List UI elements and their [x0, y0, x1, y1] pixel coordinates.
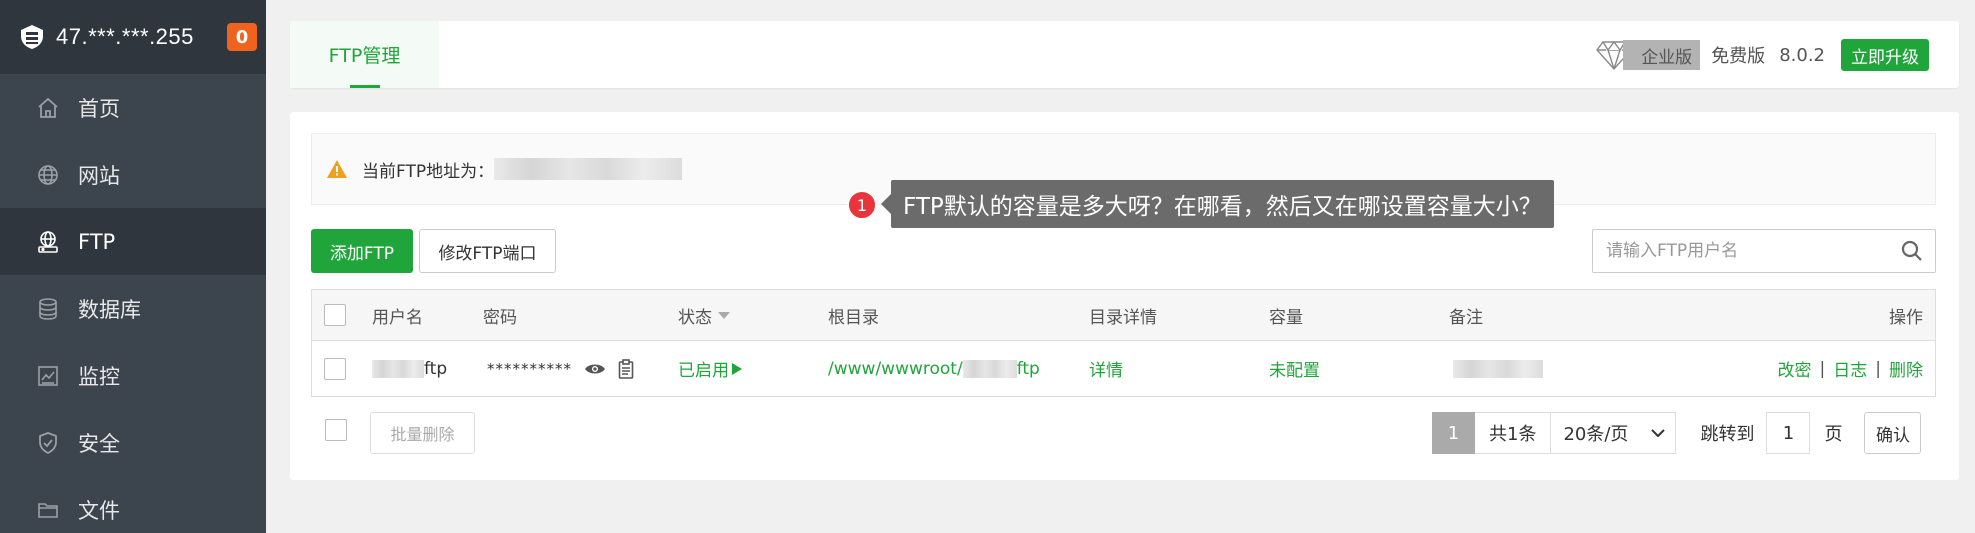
table-row: ftp ********** 已启用 /www/wwwroot/ ftp 详情 … — [312, 341, 1935, 396]
notification-badge[interactable]: 0 — [227, 23, 257, 51]
select-all-checkbox[interactable] — [324, 304, 346, 326]
top-bar: FTP管理 企业版 免费版 8.0.2 立即升级 — [290, 21, 1959, 88]
username-redacted — [372, 359, 424, 378]
table-header: 用户名 密码 状态 根目录 目录详情 容量 备注 操作 — [312, 290, 1935, 341]
row-capacity[interactable]: 未配置 — [1269, 341, 1320, 396]
header-root-dir: 根目录 — [828, 307, 879, 328]
annotation-marker: 1 — [847, 190, 877, 220]
sidebar: 47.***.***.255 0 首页 网站 FTP 数据库 监控 安全 文件 — [0, 0, 266, 533]
home-icon — [38, 97, 58, 118]
pagination: 1 共1条 20条/页 跳转到 1 页 确认 — [1432, 412, 1922, 454]
sidebar-item-label: 网站 — [78, 163, 120, 188]
header-capacity: 容量 — [1269, 307, 1303, 328]
sidebar-item-label: 安全 — [78, 431, 120, 456]
chevron-down-icon — [1651, 429, 1666, 437]
sidebar-item-label: 首页 — [78, 96, 120, 121]
header-username: 用户名 — [372, 307, 423, 328]
row-checkbox[interactable] — [324, 357, 346, 380]
version-info: 企业版 免费版 8.0.2 立即升级 — [1595, 39, 1929, 71]
root-dir-redacted — [962, 359, 1017, 378]
upgrade-button[interactable]: 立即升级 — [1841, 39, 1929, 71]
copy-icon[interactable] — [618, 358, 634, 379]
sidebar-item-label: 文件 — [78, 498, 120, 523]
jump-confirm-button[interactable]: 确认 — [1864, 412, 1922, 454]
sidebar-item-security[interactable]: 安全 — [0, 409, 266, 476]
free-edition-label: 免费版 — [1711, 46, 1766, 67]
modify-ftp-port-button[interactable]: 修改FTP端口 — [419, 229, 556, 273]
annotation-bubble: FTP默认的容量是多大呀？在哪看，然后又在哪设置容量大小？ — [881, 180, 1554, 228]
sidebar-item-ftp[interactable]: FTP — [0, 208, 266, 275]
header-note: 备注 — [1449, 307, 1483, 328]
row-dir-detail-link[interactable]: 详情 — [1089, 341, 1123, 396]
sidebar-item-label: 数据库 — [78, 297, 141, 322]
header-password: 密码 — [483, 307, 517, 328]
sidebar-item-database[interactable]: 数据库 — [0, 275, 266, 342]
database-icon — [39, 297, 57, 320]
row-username: ftp — [372, 341, 447, 396]
row-password: ********** — [487, 341, 634, 396]
sort-icon — [718, 311, 730, 319]
sidebar-item-website[interactable]: 网站 — [0, 141, 266, 208]
server-header[interactable]: 47.***.***.255 0 — [0, 0, 266, 74]
current-page[interactable]: 1 — [1432, 412, 1475, 454]
row-operations: 改密 | 日志 | 删除 — [1778, 341, 1923, 396]
ftp-search-input[interactable] — [1593, 241, 1883, 261]
add-ftp-button[interactable]: 添加FTP — [311, 229, 413, 273]
ftp-search-box — [1592, 229, 1936, 273]
folder-icon — [38, 502, 58, 518]
ftp-address-label: 当前FTP地址为： — [362, 161, 495, 182]
delete-link[interactable]: 删除 — [1889, 356, 1923, 381]
sidebar-item-monitor[interactable]: 监控 — [0, 342, 266, 409]
jump-label: 跳转到 — [1700, 424, 1755, 445]
change-password-link[interactable]: 改密 — [1778, 356, 1812, 381]
row-status[interactable]: 已启用 — [678, 341, 743, 396]
sidebar-item-label: FTP — [78, 229, 116, 254]
play-icon — [732, 362, 742, 375]
enterprise-edition-label[interactable]: 企业版 — [1623, 40, 1701, 70]
header-status-label: 状态 — [678, 307, 712, 328]
search-icon[interactable] — [1901, 240, 1923, 262]
header-dir-detail: 目录详情 — [1089, 307, 1157, 328]
shield-icon — [39, 431, 57, 454]
monitor-icon — [38, 365, 58, 386]
ftp-address-redacted — [494, 158, 683, 180]
ftp-panel: 当前FTP地址为： 添加FTP 修改FTP端口 用户名 密码 状态 根目录 目录… — [290, 112, 1959, 480]
warning-icon — [327, 160, 347, 178]
sidebar-item-files[interactable]: 文件 — [0, 476, 266, 533]
note-redacted — [1453, 359, 1543, 378]
jump-page-input[interactable]: 1 — [1766, 412, 1811, 454]
batch-delete-button[interactable]: 批量删除 — [370, 412, 475, 454]
password-mask: ********** — [487, 359, 572, 378]
sidebar-item-home[interactable]: 首页 — [0, 74, 266, 141]
log-link[interactable]: 日志 — [1833, 356, 1867, 381]
ftp-icon — [38, 230, 58, 253]
header-status[interactable]: 状态 — [678, 290, 730, 340]
page-size-select[interactable]: 20条/页 — [1551, 412, 1677, 454]
row-root-dir[interactable]: /www/wwwroot/ ftp — [828, 341, 1040, 396]
eye-icon[interactable] — [584, 362, 606, 376]
total-count: 共1条 — [1475, 412, 1552, 454]
server-ip: 47.***.***.255 — [56, 24, 194, 49]
page-unit-label: 页 — [1824, 424, 1843, 445]
server-icon — [21, 25, 43, 49]
row-note[interactable] — [1453, 341, 1543, 396]
header-operations: 操作 — [1889, 307, 1923, 328]
sidebar-item-label: 监控 — [78, 364, 120, 389]
globe-icon — [38, 164, 58, 185]
tab-ftp-management[interactable]: FTP管理 — [290, 21, 439, 88]
ftp-table: 用户名 密码 状态 根目录 目录详情 容量 备注 操作 ftp ********… — [311, 289, 1936, 397]
footer-select-all-checkbox[interactable] — [325, 419, 347, 441]
version-number: 8.0.2 — [1779, 44, 1825, 66]
